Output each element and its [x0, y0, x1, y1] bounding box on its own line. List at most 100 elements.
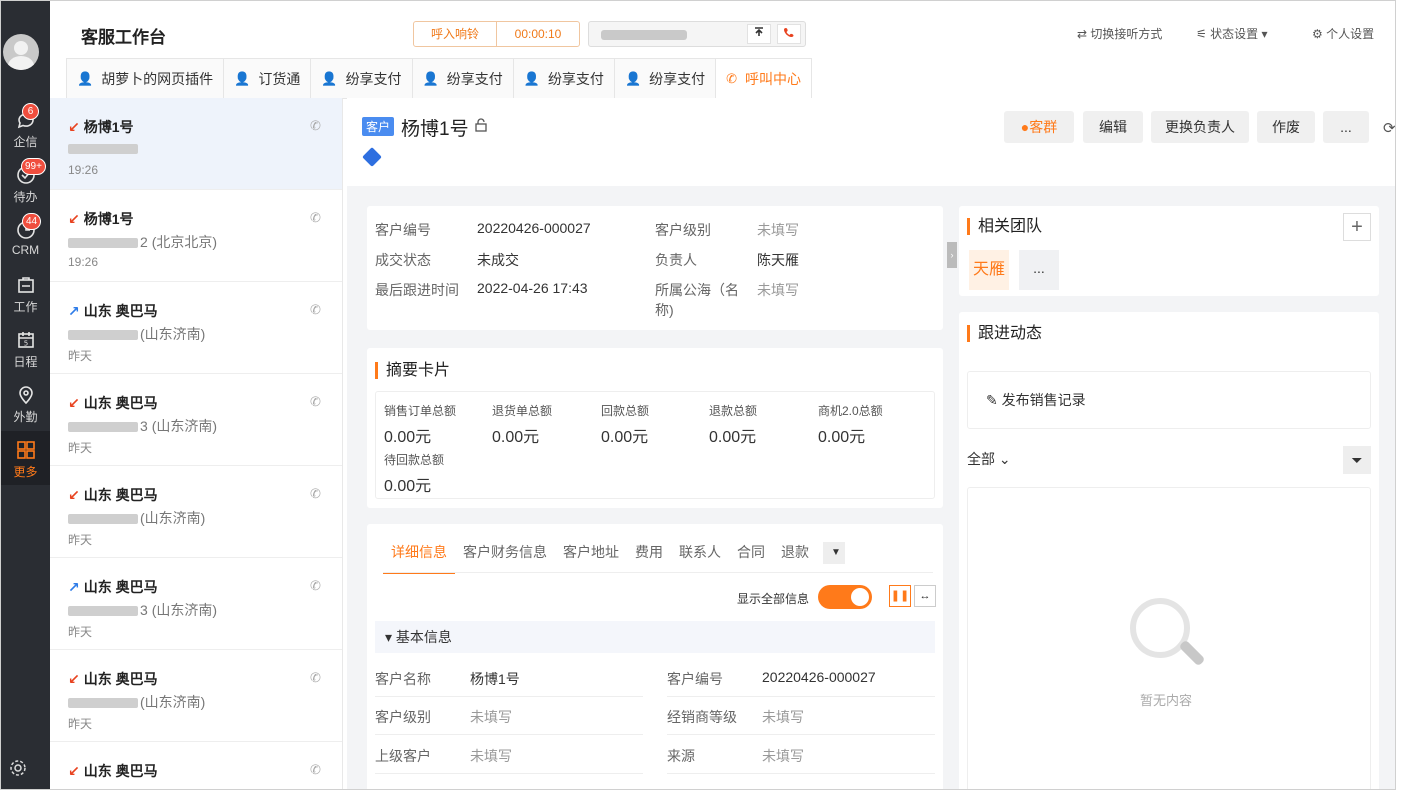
- tab-pay-2[interactable]: 👤 纷享支付: [411, 59, 513, 99]
- summary-item: 销售订单总额 0.00元: [384, 404, 457, 446]
- hangup-phone-icon[interactable]: [777, 24, 801, 44]
- transfer-up-button[interactable]: [747, 24, 771, 44]
- nav-item-schedule[interactable]: 5 日程: [1, 321, 50, 375]
- left-nav: 企信 6 待办 99+ CRM 44 工作 5 日程 外勤 更多: [1, 1, 50, 789]
- phone-icon[interactable]: ✆: [310, 302, 321, 318]
- basic-info-section[interactable]: ▾ 基本信息: [375, 621, 935, 653]
- tab-web-plugin[interactable]: 👤 胡萝卜的网页插件: [66, 59, 224, 99]
- tab-pay-1[interactable]: 👤 纷享支付: [310, 59, 412, 99]
- summary-title: 摘要卡片: [375, 362, 450, 379]
- settings-gear-icon[interactable]: [8, 758, 30, 780]
- location-pin-icon: [15, 384, 37, 406]
- switch-arrows-icon: ⇄: [1077, 27, 1088, 41]
- call-status-box: 呼入响铃 00:00:10: [413, 21, 580, 47]
- phone-icon[interactable]: ✆: [310, 394, 321, 410]
- list-item[interactable]: ↙ 杨博1号 2 (北京北京) 19:26 ✆: [50, 190, 342, 282]
- nav-item-qixin[interactable]: 企信 6: [1, 101, 50, 155]
- phone-icon[interactable]: ✆: [310, 118, 321, 134]
- status-settings-button[interactable]: ⚟ 状态设置 ▾: [1196, 25, 1268, 42]
- list-item[interactable]: ↙ 山东 奥巴马 (山东济南) 昨天 ✆: [50, 650, 342, 742]
- list-item[interactable]: ↙ 杨博1号 19:26 ✆: [50, 98, 342, 190]
- outgoing-call-icon: ↗: [68, 579, 80, 595]
- summary-item: 商机2.0总额 0.00元: [818, 404, 883, 446]
- switch-listen-button[interactable]: ⇄ 切换接听方式: [1077, 25, 1162, 42]
- tab-pay-4[interactable]: 👤 纷享支付: [613, 59, 716, 99]
- nav-item-todo[interactable]: 待办 99+: [1, 156, 50, 210]
- list-item[interactable]: ↙ 山东 奥巴马 ✆: [50, 742, 342, 789]
- incoming-call-icon: ↙: [68, 119, 80, 135]
- customer-name: 杨博1号: [401, 119, 469, 140]
- tab-finance-info[interactable]: 客户财务信息: [455, 542, 555, 574]
- call-status: 呼入响铃: [430, 27, 479, 41]
- phone-icon[interactable]: ✆: [310, 578, 321, 594]
- personal-settings-button[interactable]: ⚙ 个人设置: [1312, 25, 1374, 42]
- list-item[interactable]: ↙ 山东 奥巴马 (山东济南) 昨天 ✆: [50, 466, 342, 558]
- filter-dropdown[interactable]: 全部 ⌄: [967, 449, 1011, 469]
- incoming-call-icon: ↙: [68, 211, 80, 227]
- phone-icon[interactable]: ✆: [310, 762, 321, 778]
- show-all-label: 显示全部信息: [737, 592, 810, 606]
- tag-icon[interactable]: [362, 147, 382, 167]
- masked-number: [68, 606, 138, 617]
- pause-view-icon[interactable]: ❚❚: [889, 585, 911, 607]
- tabs-more-dropdown-icon[interactable]: ▼: [823, 542, 845, 564]
- chat-bubble-icon: ●: [1020, 119, 1030, 135]
- list-item[interactable]: ↗ 山东 奥巴马 (山东济南) 昨天 ✆: [50, 282, 342, 374]
- tab-contracts[interactable]: 合同: [729, 542, 773, 574]
- publish-sales-record-button[interactable]: ✎ 发布销售记录: [967, 371, 1371, 429]
- list-item[interactable]: ↗ 山东 奥巴马 3 (山东济南) 昨天 ✆: [50, 558, 342, 650]
- tab-address[interactable]: 客户地址: [555, 542, 627, 574]
- customer-info-card: 客户编号 20220426-000027 客户级别 未填写 成交状态 未成交 负…: [367, 206, 943, 330]
- edit-button[interactable]: 编辑: [1083, 111, 1143, 143]
- phone-icon[interactable]: ✆: [310, 210, 321, 226]
- tab-call-center[interactable]: ✆ 呼叫中心: [715, 59, 813, 99]
- avatar[interactable]: [3, 34, 39, 70]
- change-owner-button[interactable]: 更换负责人: [1151, 111, 1249, 143]
- lock-icon[interactable]: [474, 118, 488, 136]
- outgoing-call-icon: ↗: [68, 303, 80, 319]
- summary-item: 退货单总额 0.00元: [492, 404, 553, 446]
- nav-item-work[interactable]: 工作: [1, 266, 50, 320]
- show-all-toggle[interactable]: [818, 585, 872, 609]
- summary-item: 待回款总额 0.00元: [384, 453, 445, 495]
- gear-icon: ⚙: [1312, 27, 1323, 41]
- user-icon: 👤: [624, 70, 642, 86]
- chevron-down-icon: ⌄: [998, 451, 1011, 467]
- phone-icon[interactable]: ✆: [310, 486, 321, 502]
- incoming-call-icon: ↙: [68, 487, 80, 503]
- user-icon: 👤: [234, 70, 251, 86]
- filter-funnel-icon[interactable]: ⏷: [1343, 446, 1371, 474]
- customer-detail-panel: 客户 杨博1号 ●客群 编辑 更换负责人 作废 ... ⟳ 客户编号 20220…: [347, 98, 1395, 789]
- add-team-member-button[interactable]: +: [1343, 213, 1371, 241]
- void-button[interactable]: 作废: [1257, 111, 1315, 143]
- expand-width-icon[interactable]: ↔: [914, 585, 936, 607]
- collapse-panel-handle[interactable]: ›: [947, 242, 957, 268]
- more-actions-button[interactable]: ...: [1323, 111, 1369, 143]
- tab-refunds[interactable]: 退款: [773, 542, 817, 574]
- follow-card: 跟进动态 ✎ 发布销售记录 全部 ⌄ ⏷ 暂无内容: [959, 312, 1379, 789]
- team-more-button[interactable]: ...: [1019, 250, 1059, 290]
- tab-contacts[interactable]: 联系人: [671, 542, 729, 574]
- refresh-icon[interactable]: ⟳: [1383, 119, 1395, 137]
- tab-detail-info[interactable]: 详细信息: [383, 542, 455, 574]
- phone-icon[interactable]: ✆: [310, 670, 321, 686]
- nav-item-more[interactable]: 更多: [1, 431, 50, 485]
- grid-icon: [15, 439, 37, 461]
- sliders-icon: ⚟: [1196, 27, 1207, 41]
- customer-group-button[interactable]: ●客群: [1004, 111, 1074, 143]
- empty-text: 暂无内容: [1140, 693, 1193, 708]
- tab-order[interactable]: 👤 订货通: [223, 59, 311, 99]
- team-member-chip[interactable]: 天雁: [969, 250, 1009, 290]
- nav-item-field[interactable]: 外勤: [1, 376, 50, 430]
- tab-fees[interactable]: 费用: [627, 542, 671, 574]
- todo-badge: 99+: [21, 158, 46, 175]
- edit-icon: ✎: [986, 392, 1002, 408]
- user-icon: 👤: [321, 70, 338, 86]
- page-title: 客服工作台: [81, 28, 166, 47]
- svg-text:5: 5: [23, 340, 27, 348]
- team-card: 相关团队 + 天雁 ...: [959, 206, 1379, 296]
- list-item[interactable]: ↙ 山东 奥巴马 3 (山东济南) 昨天 ✆: [50, 374, 342, 466]
- masked-number: [68, 514, 138, 525]
- tab-pay-3[interactable]: 👤 纷享支付: [512, 59, 614, 99]
- nav-item-crm[interactable]: CRM 44: [1, 211, 50, 265]
